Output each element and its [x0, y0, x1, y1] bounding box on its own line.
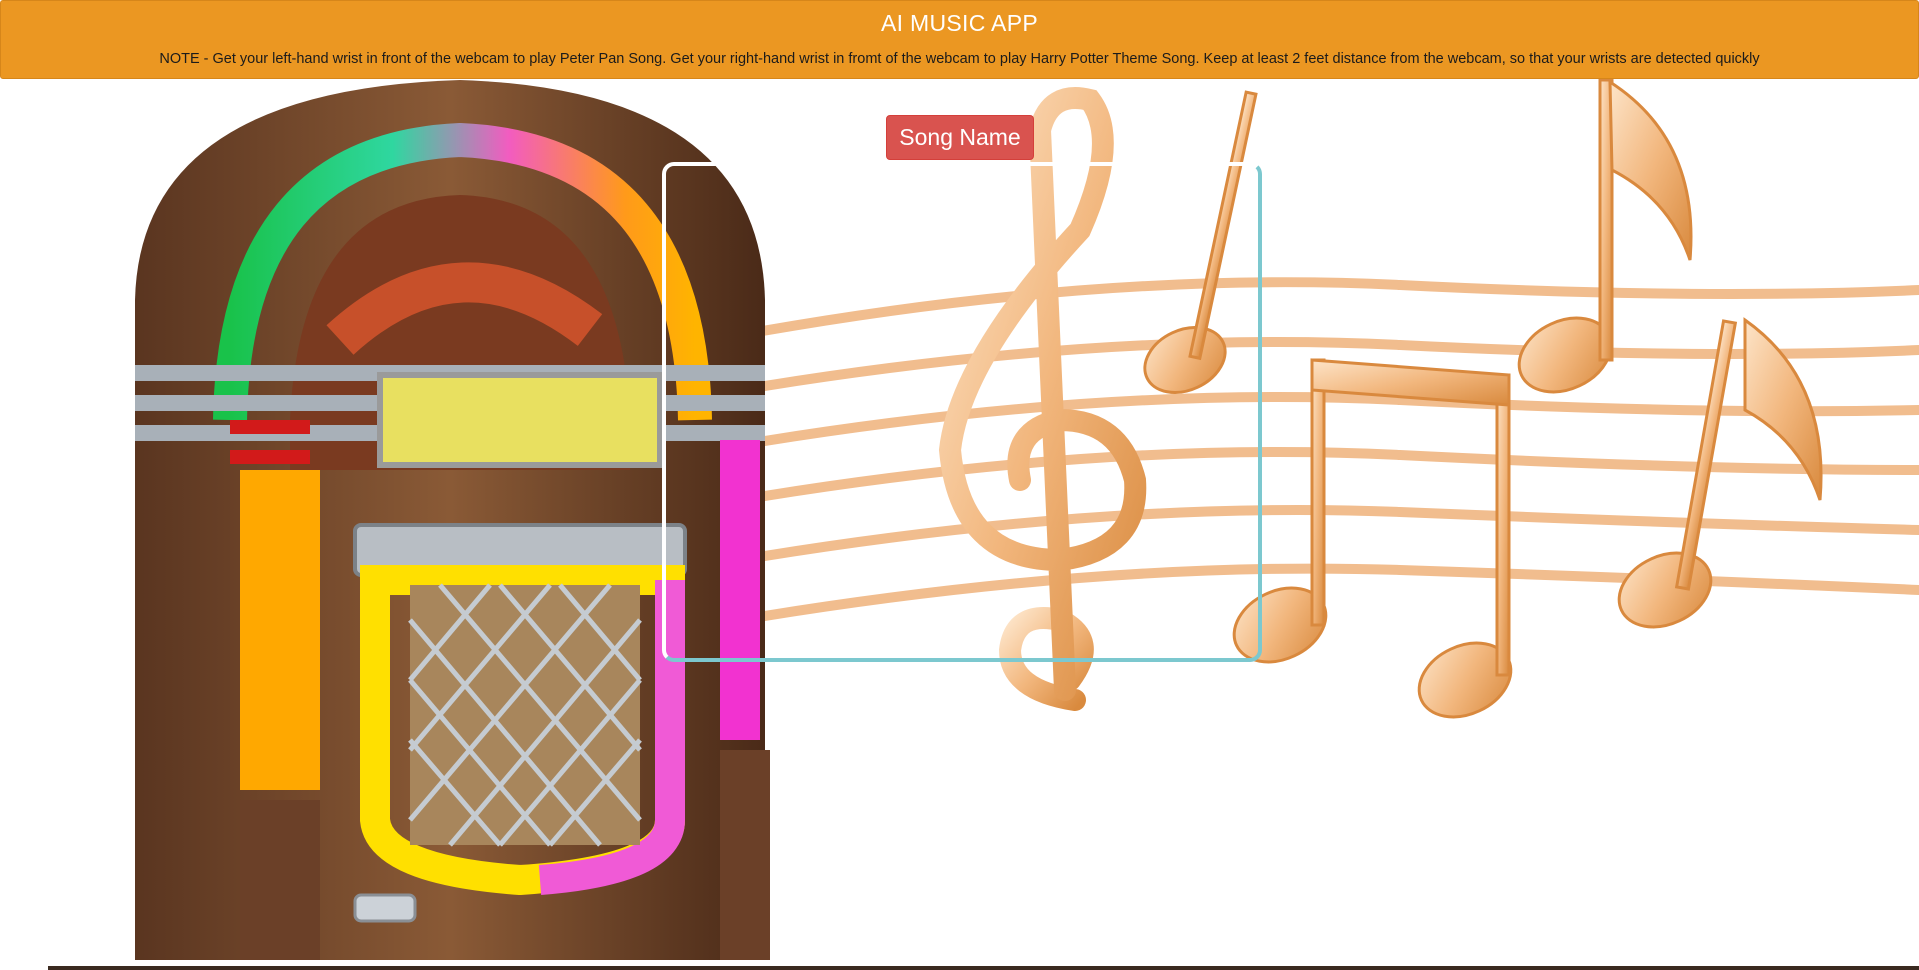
- song-name-button[interactable]: Song Name: [886, 115, 1034, 160]
- page-bottom-edge: [48, 966, 1919, 970]
- instruction-note: NOTE - Get your left-hand wrist in front…: [159, 51, 1760, 67]
- webcam-video-frame: [662, 162, 1262, 662]
- app-title: AI MUSIC APP: [881, 10, 1038, 36]
- app-header: AI MUSIC APP NOTE - Get your left-hand w…: [0, 0, 1919, 79]
